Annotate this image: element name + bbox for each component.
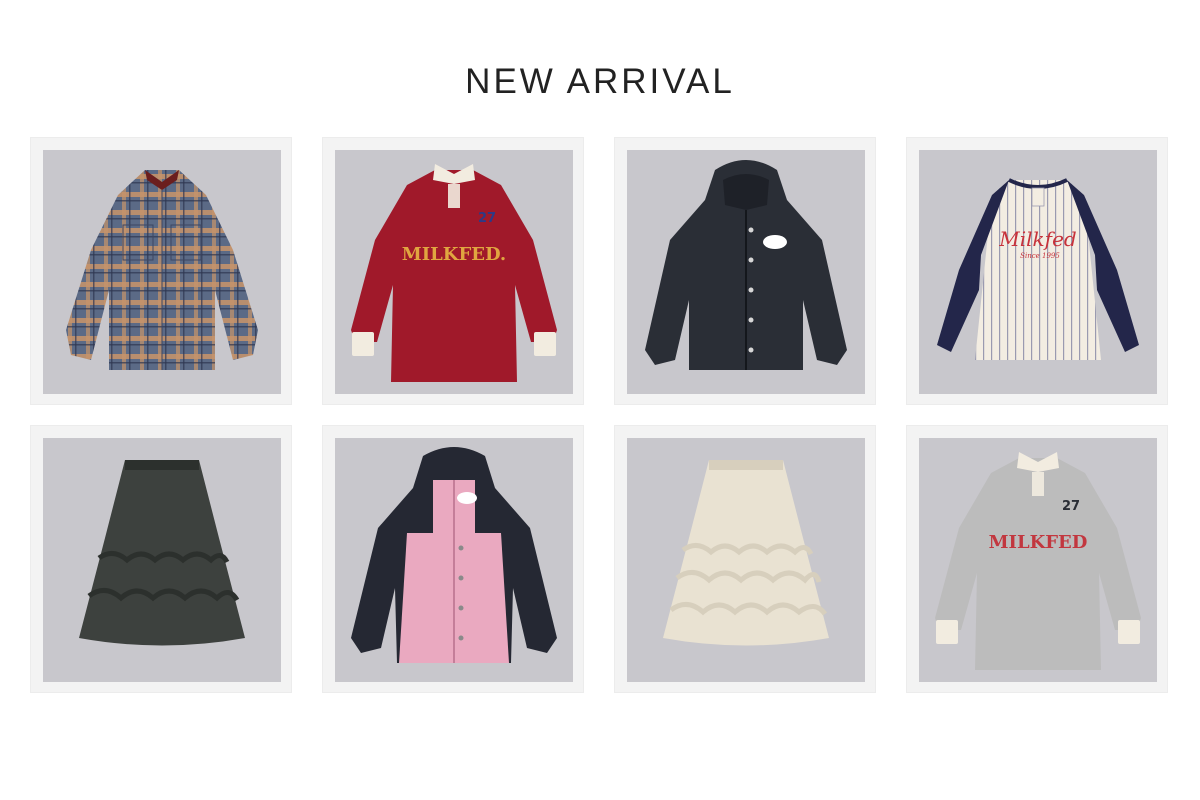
number-print: 27 bbox=[478, 211, 496, 226]
print-subtext: Since 1995 bbox=[1020, 252, 1060, 260]
product-card[interactable]: MILKFED 27 bbox=[906, 425, 1168, 693]
hooded-jacket-icon bbox=[645, 160, 847, 370]
color-block-jacket-icon bbox=[351, 447, 557, 663]
product-image[interactable] bbox=[43, 438, 281, 682]
plaid-shirt-icon bbox=[66, 170, 258, 370]
product-image[interactable] bbox=[43, 150, 281, 394]
product-card[interactable] bbox=[614, 425, 876, 693]
product-card[interactable]: MILKFED. 27 bbox=[322, 137, 584, 405]
tiered-ruffle-skirt-icon bbox=[79, 460, 245, 646]
rugby-shirt-icon: MILKFED. 27 bbox=[351, 164, 557, 382]
product-image[interactable]: MILKFED 27 bbox=[919, 438, 1157, 682]
product-image[interactable]: Milkfed Since 1995 bbox=[919, 150, 1157, 394]
section-title: NEW ARRIVAL bbox=[465, 62, 735, 101]
product-image[interactable] bbox=[627, 150, 865, 394]
raglan-baseball-shirt-icon: Milkfed Since 1995 bbox=[937, 178, 1139, 360]
print-text: Milkfed bbox=[998, 227, 1076, 251]
product-card[interactable] bbox=[614, 137, 876, 405]
product-image[interactable] bbox=[335, 438, 573, 682]
rugby-shirt-icon: MILKFED 27 bbox=[935, 452, 1141, 670]
number-print: 27 bbox=[1062, 499, 1080, 514]
product-card[interactable]: Milkfed Since 1995 bbox=[906, 137, 1168, 405]
product-card[interactable] bbox=[322, 425, 584, 693]
product-image[interactable] bbox=[627, 438, 865, 682]
product-image[interactable]: MILKFED. 27 bbox=[335, 150, 573, 394]
product-card[interactable] bbox=[30, 425, 292, 693]
print-text: MILKFED bbox=[989, 532, 1088, 553]
tiered-ruffle-skirt-icon bbox=[663, 460, 829, 646]
product-card[interactable] bbox=[30, 137, 292, 405]
print-text: MILKFED. bbox=[402, 244, 506, 265]
